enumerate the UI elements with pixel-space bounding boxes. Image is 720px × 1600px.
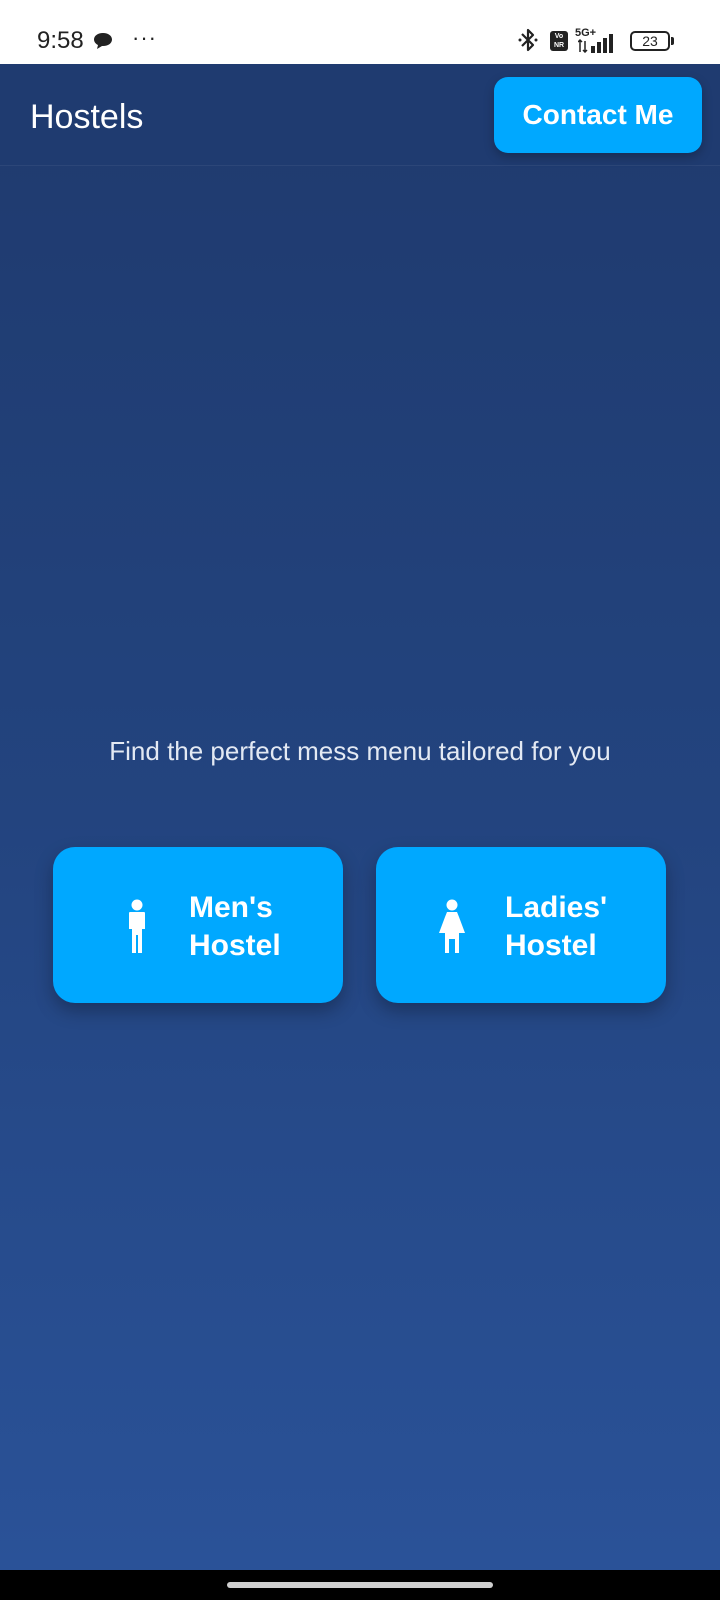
status-bar: 9:58 ··· Vo NR 5G+ 23: [0, 0, 720, 64]
female-icon: [439, 899, 465, 953]
page-title: Hostels: [30, 98, 144, 136]
battery-icon: 23: [630, 31, 674, 51]
tagline: Find the perfect mess menu tailored for …: [109, 736, 611, 766]
home-indicator[interactable]: [227, 1582, 493, 1588]
male-icon: [129, 899, 145, 953]
more-notifications-icon: ···: [132, 25, 157, 50]
system-nav-bar: [0, 1570, 720, 1600]
ladies-hostel-button[interactable]: Ladies' Hostel: [376, 847, 666, 1003]
signal-strength-icon: [578, 34, 613, 53]
app-screen: Hostels Contact Me Find the perfect mess…: [0, 64, 720, 1570]
status-time: 9:58: [37, 27, 84, 54]
ladies-hostel-label: Ladies' Hostel: [505, 891, 608, 962]
message-notification-icon: [94, 33, 112, 49]
battery-level: 23: [630, 31, 670, 51]
app-header: Hostels Contact Me: [0, 64, 720, 166]
volte-icon: Vo NR: [550, 31, 568, 51]
bluetooth-icon: [518, 28, 538, 52]
contact-me-button[interactable]: Contact Me: [494, 77, 702, 153]
mens-hostel-label: Men's Hostel: [189, 891, 281, 962]
mens-hostel-button[interactable]: Men's Hostel: [53, 847, 343, 1003]
